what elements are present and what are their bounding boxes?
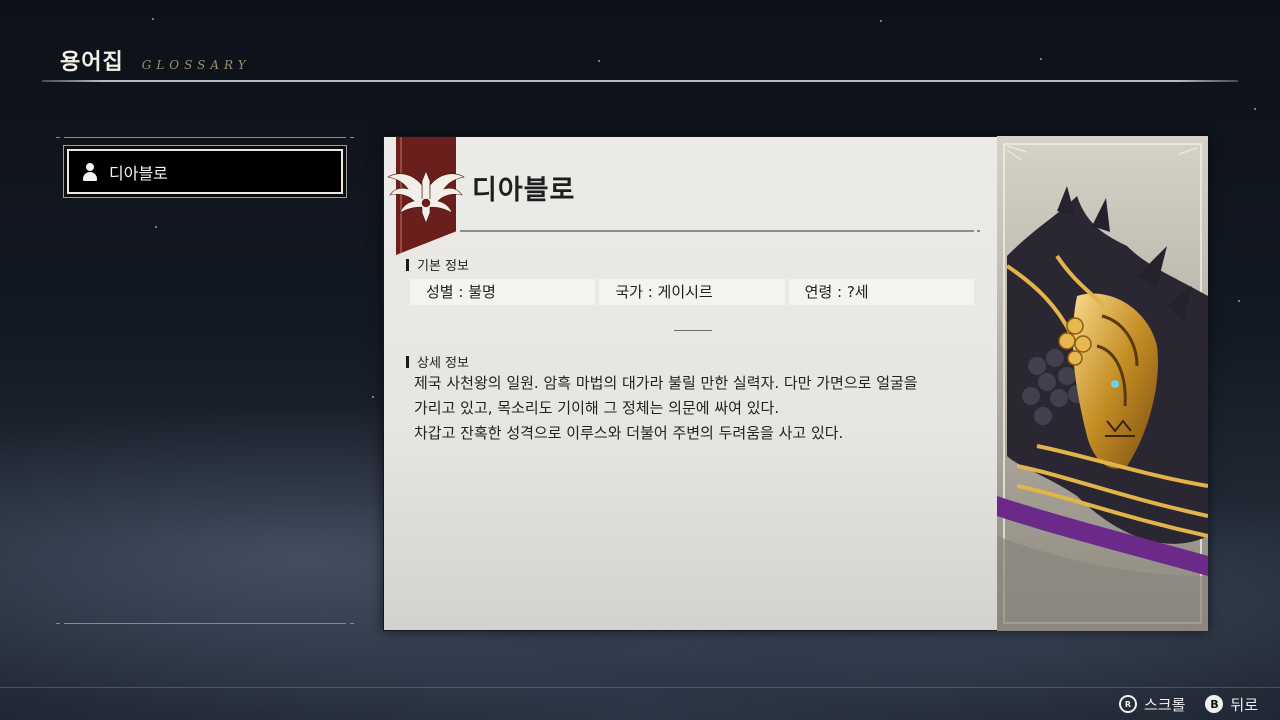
header-divider bbox=[42, 80, 1238, 82]
glossary-list-item[interactable]: 디아블로 bbox=[63, 145, 347, 198]
footer-divider bbox=[0, 687, 1280, 688]
back-button[interactable]: B 뒤로 bbox=[1205, 694, 1258, 715]
basic-info-row: 성별 : 불명 국가 : 게이시르 연령 : ?세 bbox=[410, 279, 974, 305]
description-line: 제국 사천왕의 일원. 암흑 마법의 대가라 불릴 만한 실력자. 다만 가면으… bbox=[414, 374, 918, 392]
person-icon bbox=[83, 162, 97, 181]
heading-marker bbox=[406, 355, 409, 368]
entry-description[interactable]: 제국 사천왕의 일원. 암흑 마법의 대가라 불릴 만한 실력자. 다만 가면으… bbox=[414, 371, 974, 446]
button-guide: R 스크롤 B 뒤로 bbox=[1099, 692, 1258, 716]
winged-crest-icon bbox=[387, 170, 465, 224]
scroll-hint[interactable]: R 스크롤 bbox=[1118, 694, 1186, 715]
screen-header: 용어집 GLOSSARY bbox=[60, 44, 251, 76]
description-line: 차갑고 잔혹한 성격으로 이루스와 더불어 주변의 두려움을 사고 있다. bbox=[414, 424, 844, 442]
character-portrait bbox=[997, 136, 1208, 631]
list-top-rule bbox=[56, 137, 354, 138]
entry-title: 디아블로 bbox=[472, 175, 576, 206]
detail-info-heading-label: 상세 정보 bbox=[417, 356, 469, 371]
entry-paper: 디아블로 기본 정보 성별 : 불명 국가 : 게이시르 연령 : ?세 상세 … bbox=[384, 137, 997, 630]
basic-info-heading: 기본 정보 bbox=[406, 255, 469, 274]
detail-info-heading: 상세 정보 bbox=[406, 352, 469, 371]
description-line: 가리고 있고, 목소리도 기이해 그 정체는 의문에 싸여 있다. bbox=[414, 399, 780, 417]
b-button-icon: B bbox=[1205, 695, 1224, 713]
country-field: 국가 : 게이시르 bbox=[599, 279, 785, 305]
right-stick-icon: R bbox=[1118, 695, 1137, 713]
glossary-list-item-label: 디아블로 bbox=[109, 163, 168, 183]
heading-marker bbox=[406, 258, 409, 271]
entry-detail-panel: 디아블로 기본 정보 성별 : 불명 국가 : 게이시르 연령 : ?세 상세 … bbox=[383, 136, 1208, 631]
age-field: 연령 : ?세 bbox=[788, 279, 974, 305]
screen-title: 용어집 bbox=[60, 50, 124, 75]
back-button-label: 뒤로 bbox=[1230, 695, 1258, 714]
scroll-hint-label: 스크롤 bbox=[1143, 695, 1186, 714]
section-divider bbox=[674, 330, 712, 331]
title-divider bbox=[460, 230, 980, 232]
basic-info-heading-label: 기본 정보 bbox=[417, 259, 469, 274]
list-bottom-rule bbox=[56, 623, 354, 624]
gender-field: 성별 : 불명 bbox=[410, 279, 596, 305]
screen-subtitle: GLOSSARY bbox=[141, 58, 251, 72]
